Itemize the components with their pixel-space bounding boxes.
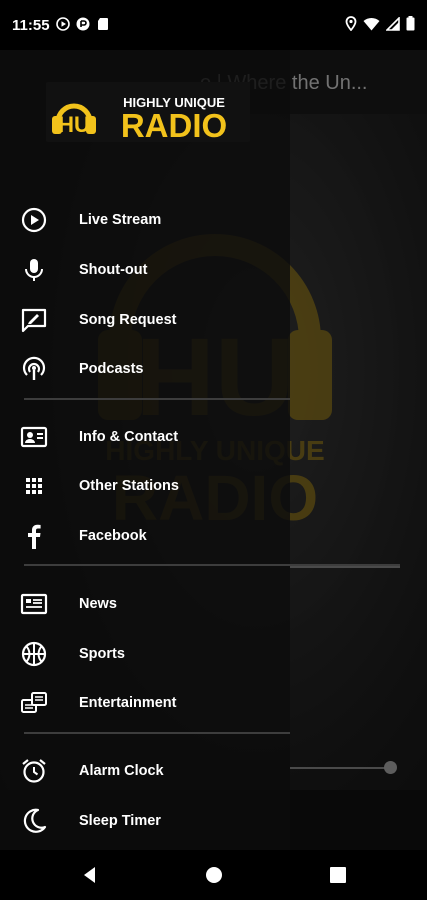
media-icon [76,17,90,31]
menu-item-news[interactable]: News [0,579,290,629]
status-time: 11:55 [12,17,50,34]
menu-label: Live Stream [79,212,162,228]
menu-item-sleep-timer[interactable]: Sleep Timer [0,796,290,846]
navigation-drawer: HU HIGHLY UNIQUE RADIO Live Stream Shout… [0,50,400,850]
svg-text:HU: HU [58,112,90,137]
facebook-icon [28,524,41,549]
menu-item-song-request[interactable]: Song Request [0,295,290,345]
drawer-header: HU HIGHLY UNIQUE RADIO [0,50,290,190]
status-right-icons [345,16,415,31]
menu-item-live-stream[interactable]: Live Stream [0,195,290,245]
drawer-divider [24,564,400,566]
grid-icon [26,478,42,494]
menu-label: Sleep Timer [79,813,161,829]
menu-label: News [79,596,117,612]
menu-label: Song Request [79,312,177,328]
menu-item-info-contact[interactable]: Info & Contact [0,412,290,462]
basketball-icon [21,641,47,667]
home-button[interactable] [204,865,224,885]
svg-text:RADIO: RADIO [121,107,227,142]
station-logo: HU HIGHLY UNIQUE RADIO [46,82,250,142]
alarm-clock-icon [22,759,46,783]
back-button[interactable] [80,865,100,885]
drawer-divider [24,398,290,400]
menu-item-shout-out[interactable]: Shout-out [0,245,290,295]
menu-item-entertainment[interactable]: Entertainment [0,678,290,728]
menu-item-sports[interactable]: Sports [0,629,290,679]
recents-button[interactable] [328,865,348,885]
menu-label: Other Stations [79,478,179,494]
microphone-icon [25,259,43,281]
menu-label: Sports [79,646,125,662]
menu-label: Info & Contact [79,429,179,445]
menu-item-alarm-clock[interactable]: Alarm Clock [0,746,290,796]
menu-item-podcasts[interactable]: Podcasts [0,344,290,394]
signal-icon [386,16,400,31]
drawer-divider [24,732,290,734]
menu-item-other-stations[interactable]: Other Stations [0,461,290,511]
menu-label: Entertainment [79,695,177,711]
location-icon [345,16,357,31]
play-circle-icon [56,17,70,31]
menu-label: Alarm Clock [79,763,164,779]
menu-item-facebook[interactable]: Facebook [0,511,290,561]
sd-card-icon [98,18,108,30]
song-request-icon [21,308,47,333]
menu-label: Facebook [79,528,147,544]
podcast-icon [22,356,46,380]
moon-icon [23,808,47,833]
play-circle-icon [21,207,47,233]
system-navigation-bar [0,850,427,900]
news-icon [20,593,48,615]
status-left-icons [56,17,110,31]
status-bar: 11:55 [0,0,427,50]
battery-icon [406,16,415,31]
contact-card-icon [20,426,48,448]
menu-label: Shout-out [79,262,148,278]
menu-label: Podcasts [79,361,144,377]
entertainment-icon [21,692,47,713]
wifi-icon [363,17,380,30]
